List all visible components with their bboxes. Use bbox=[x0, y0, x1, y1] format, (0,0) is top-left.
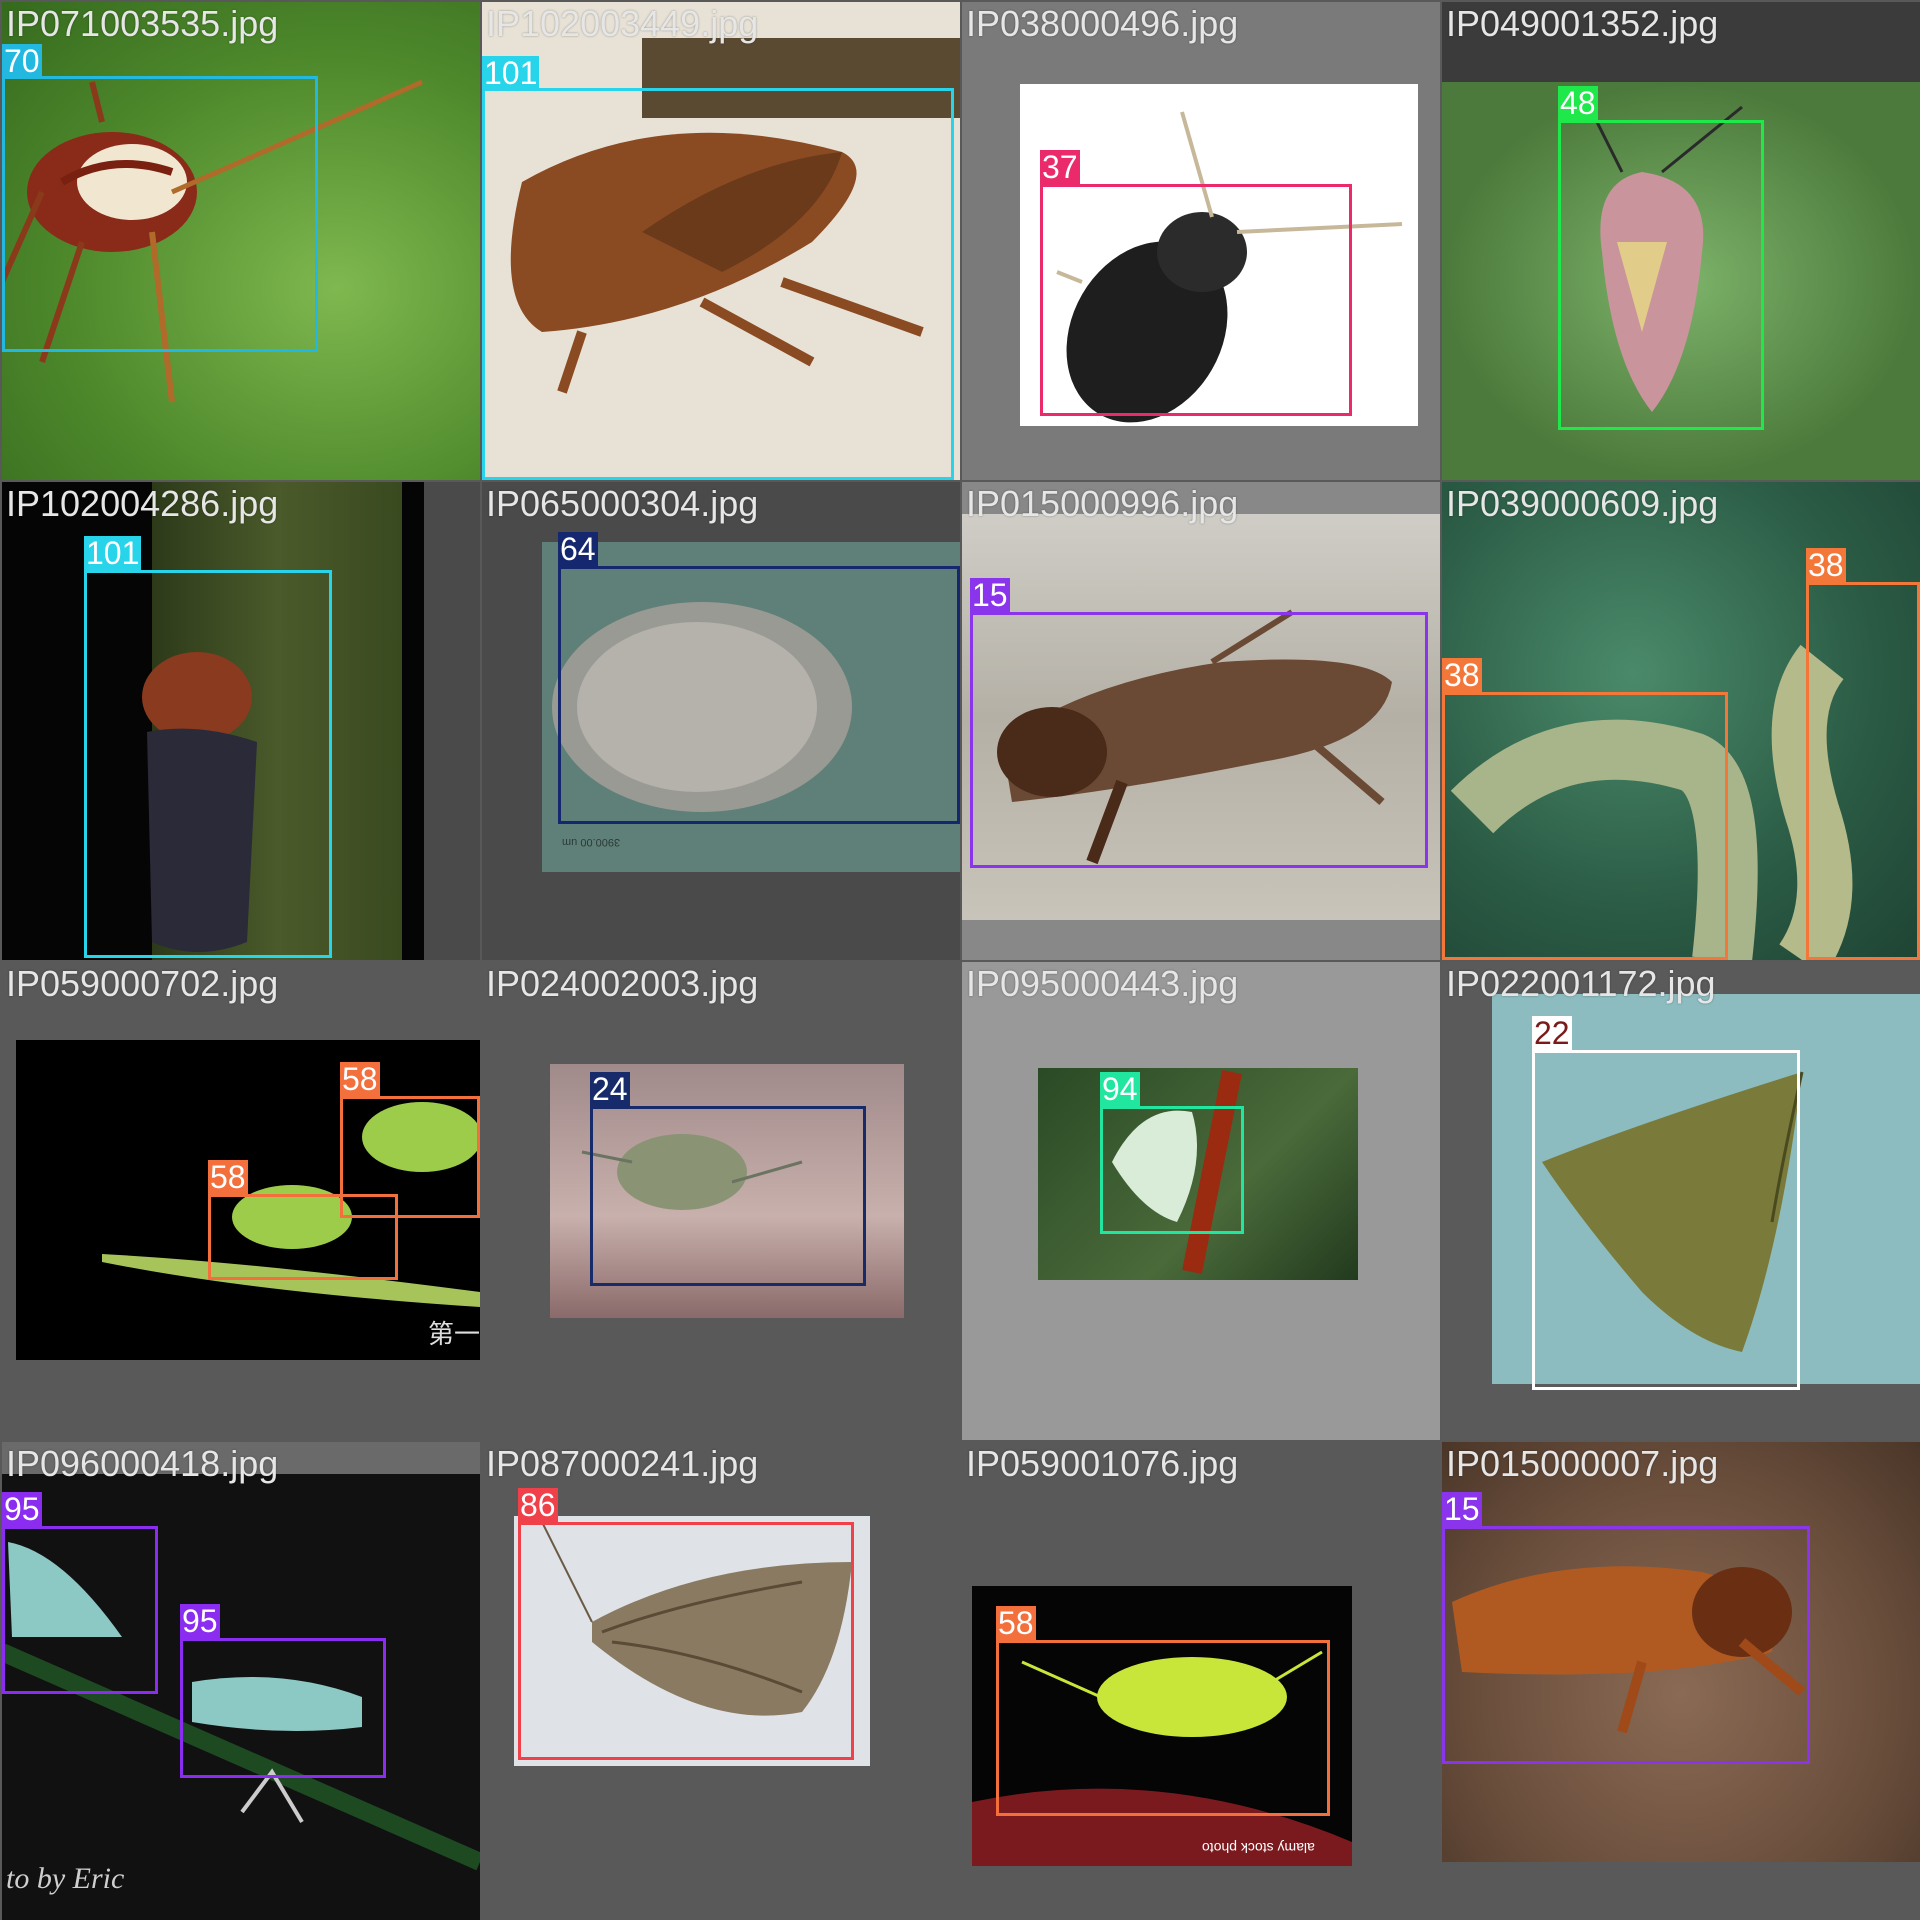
file-name: IP039000609.jpg bbox=[1446, 483, 1719, 524]
tile-11: IP095000443.jpg 94 bbox=[962, 962, 1440, 1440]
file-name: IP102003449.jpg bbox=[486, 3, 759, 44]
file-name: IP059001076.jpg bbox=[966, 1443, 1239, 1484]
bounding-box bbox=[1806, 582, 1920, 960]
class-label: 15 bbox=[970, 577, 1010, 613]
chinese-watermark: 第一 bbox=[428, 1319, 480, 1349]
bounding-box bbox=[970, 612, 1428, 868]
tile-3: IP038000496.jpg 37 bbox=[962, 2, 1440, 480]
file-name: IP015000007.jpg bbox=[1446, 1443, 1719, 1484]
tile-12: IP022001172.jpg 22 bbox=[1442, 962, 1920, 1440]
class-label: 101 bbox=[482, 55, 540, 91]
file-name: IP095000443.jpg bbox=[966, 963, 1239, 1004]
bounding-box bbox=[1558, 120, 1764, 430]
scale-bar-text: 3900.00 um bbox=[562, 836, 621, 848]
tile-13: to by Eric IP096000418.jpg 95 95 bbox=[2, 1442, 480, 1920]
class-label: 64 bbox=[558, 531, 598, 567]
tile-16: IP015000007.jpg 15 bbox=[1442, 1442, 1920, 1920]
bounding-box bbox=[1040, 184, 1352, 416]
class-label: 58 bbox=[996, 1605, 1036, 1641]
tile-2: IP102003449.jpg 101 bbox=[482, 2, 960, 480]
mosaic-grid: IP071003535.jpg 70 IP102003449.jpg 101 I… bbox=[0, 0, 1920, 1920]
bounding-box bbox=[2, 76, 318, 352]
class-label: 22 bbox=[1532, 1015, 1572, 1051]
bounding-box bbox=[84, 570, 332, 958]
bounding-box bbox=[518, 1522, 854, 1760]
bounding-box bbox=[558, 566, 960, 824]
class-label: 15 bbox=[1442, 1491, 1482, 1527]
file-name: IP022001172.jpg bbox=[1446, 963, 1716, 1004]
tile-7: IP015000996.jpg 15 bbox=[962, 482, 1440, 960]
tile-14: IP087000241.jpg 86 bbox=[482, 1442, 960, 1920]
file-name: IP015000996.jpg bbox=[966, 483, 1239, 524]
file-name: IP102004286.jpg bbox=[6, 483, 279, 524]
class-label: 58 bbox=[208, 1159, 248, 1195]
tile-10: IP024002003.jpg 24 bbox=[482, 962, 960, 1440]
class-label: 38 bbox=[1806, 547, 1846, 583]
signature-watermark: to by Eric bbox=[6, 1862, 125, 1895]
bounding-box bbox=[2, 1526, 158, 1694]
file-name: IP049001352.jpg bbox=[1446, 3, 1719, 44]
file-name: IP071003535.jpg bbox=[6, 3, 279, 44]
class-label: 38 bbox=[1442, 657, 1482, 693]
bounding-box bbox=[1532, 1050, 1800, 1390]
class-label: 101 bbox=[84, 535, 142, 571]
class-label: 94 bbox=[1100, 1071, 1140, 1107]
file-name: IP096000418.jpg bbox=[6, 1443, 279, 1484]
bounding-box bbox=[996, 1640, 1330, 1816]
file-name: IP024002003.jpg bbox=[486, 963, 759, 1004]
class-label: 70 bbox=[2, 43, 42, 79]
file-name: IP038000496.jpg bbox=[966, 3, 1239, 44]
bounding-box bbox=[180, 1638, 386, 1778]
tile-4: IP049001352.jpg 48 bbox=[1442, 2, 1920, 480]
bounding-box bbox=[1442, 1526, 1810, 1764]
class-label: 95 bbox=[180, 1603, 220, 1639]
file-name: IP087000241.jpg bbox=[486, 1443, 759, 1484]
class-label: 24 bbox=[590, 1071, 630, 1107]
file-name: IP059000702.jpg bbox=[6, 963, 279, 1004]
tile-9: 第一 IP059000702.jpg 58 58 bbox=[2, 962, 480, 1440]
class-label: 48 bbox=[1558, 85, 1598, 121]
tile-6: 3900.00 um IP065000304.jpg 64 bbox=[482, 482, 960, 960]
bounding-box bbox=[482, 88, 954, 480]
class-label: 37 bbox=[1040, 149, 1080, 185]
alamy-watermark: alamy stock photo bbox=[1202, 1840, 1315, 1856]
class-label: 58 bbox=[340, 1061, 380, 1097]
file-name: IP065000304.jpg bbox=[486, 483, 759, 524]
tile-1: IP071003535.jpg 70 bbox=[2, 2, 480, 480]
class-label: 95 bbox=[2, 1491, 42, 1527]
bounding-box bbox=[590, 1106, 866, 1286]
tile-15: alamy stock photo IP059001076.jpg 58 bbox=[962, 1442, 1440, 1920]
bounding-box bbox=[1442, 692, 1728, 960]
bounding-box bbox=[1100, 1106, 1244, 1234]
tile-8: IP039000609.jpg 38 38 bbox=[1442, 482, 1920, 960]
class-label: 86 bbox=[518, 1487, 558, 1523]
bounding-box bbox=[340, 1096, 480, 1218]
tile-5: IP102004286.jpg 101 bbox=[2, 482, 480, 960]
